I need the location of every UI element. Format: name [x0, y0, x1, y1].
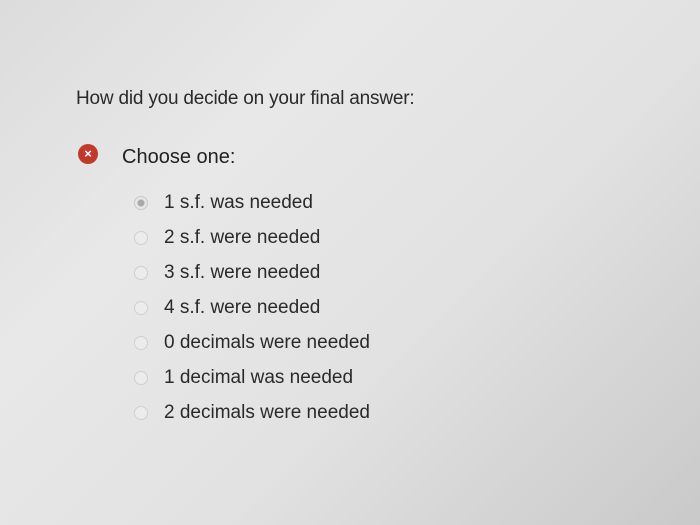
option-label: 0 decimals were needed	[164, 331, 370, 353]
radio-button[interactable]	[134, 300, 148, 315]
option-label: 4 s.f. were needed	[164, 296, 321, 318]
option-label: 2 decimals were needed	[164, 401, 370, 423]
option-4sf[interactable]: 4 s.f. were needed	[134, 290, 370, 325]
option-1sf[interactable]: 1 s.f. was needed	[134, 185, 370, 220]
radio-button[interactable]	[134, 370, 148, 385]
choose-one-label: Choose one:	[122, 146, 236, 168]
error-icon: ×	[78, 144, 98, 164]
radio-button[interactable]	[134, 265, 148, 280]
radio-button[interactable]	[134, 230, 148, 245]
radio-button[interactable]	[134, 335, 148, 350]
option-label: 1 decimal was needed	[164, 366, 354, 388]
question-text: How did you decide on your final answer:	[76, 88, 415, 109]
option-3sf[interactable]: 3 s.f. were needed	[134, 255, 370, 290]
option-1-decimal[interactable]: 1 decimal was needed	[134, 360, 370, 395]
option-0-decimals[interactable]: 0 decimals were needed	[134, 325, 370, 360]
option-label: 1 s.f. was needed	[164, 191, 313, 213]
radio-button[interactable]	[134, 195, 148, 210]
option-label: 2 s.f. were needed	[164, 226, 321, 248]
option-label: 3 s.f. were needed	[164, 261, 321, 283]
option-2-decimals[interactable]: 2 decimals were needed	[134, 395, 370, 430]
question-page: How did you decide on your final answer:…	[0, 0, 700, 525]
option-2sf[interactable]: 2 s.f. were needed	[134, 220, 370, 255]
radio-button[interactable]	[134, 405, 148, 420]
answer-options: 1 s.f. was needed 2 s.f. were needed 3 s…	[134, 185, 370, 430]
